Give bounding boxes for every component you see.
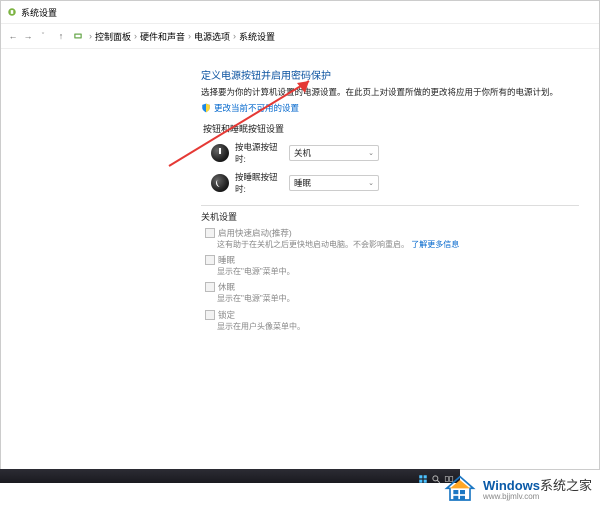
setting-label: 锁定 [218,309,235,321]
sleep-button-label: 按睡眠按钮时: [235,171,283,195]
breadcrumb-item[interactable]: 硬件和声音 [140,30,185,43]
back-button[interactable]: ← [7,30,19,42]
power-button-label: 按电源按钮时: [235,141,283,165]
battery-icon [7,7,17,17]
divider [201,205,579,206]
window-title: 系统设置 [21,6,57,19]
section-buttons-title: 按钮和睡眠按钮设置 [201,122,579,135]
button-settings: 按电源按钮时: 关机 ⌄ 按睡眠按钮时: 睡眠 ⌄ [211,141,579,195]
search-icon[interactable] [431,471,441,481]
watermark: Windows系统之家 www.bjjmlv.com [443,475,592,505]
sleep-button-value: 睡眠 [294,177,311,189]
setting-hibernate: 休眠 显示在"电源"菜单中。 [205,281,579,304]
chevron-right-icon: › [188,31,191,41]
page-subtext: 选择要为你的计算机设置的电源设置。在此页上对设置所做的更改将应用于你所有的电源计… [201,86,579,98]
change-unavailable-row[interactable]: 更改当前不可用的设置 [201,102,579,114]
chevron-right-icon: › [233,31,236,41]
setting-fast-startup: 启用快速启动(推荐) 这有助于在关机之后更快地启动电脑。不会影响重启。 了解更多… [205,227,579,250]
window: 系统设置 ← → ˇ ↑ › 控制面板 › 硬件和声音 › 电源选项 › 系统设… [0,0,600,470]
setting-desc: 显示在"电源"菜单中。 [217,293,579,304]
taskbar [0,469,460,483]
checkbox[interactable] [205,228,215,238]
setting-label: 睡眠 [218,254,235,266]
recent-dropdown-icon[interactable]: ˇ [37,30,49,42]
checkbox[interactable] [205,282,215,292]
watermark-url: www.bjjmlv.com [483,493,592,501]
chevron-down-icon: ⌄ [368,149,374,157]
power-button-dropdown[interactable]: 关机 ⌄ [289,145,379,161]
sleep-button-dropdown[interactable]: 睡眠 ⌄ [289,175,379,191]
change-unavailable-link[interactable]: 更改当前不可用的设置 [214,102,299,114]
page-heading: 定义电源按钮并启用密码保护 [201,67,579,82]
watermark-brand: Windows系统之家 [483,479,592,492]
setting-sleep: 睡眠 显示在"电源"菜单中。 [205,254,579,277]
sleep-button-row: 按睡眠按钮时: 睡眠 ⌄ [211,171,579,195]
house-icon [443,475,477,505]
titlebar: 系统设置 [1,1,599,23]
breadcrumb-item[interactable]: 系统设置 [239,30,275,43]
chevron-right-icon: › [134,31,137,41]
setting-desc: 这有助于在关机之后更快地启动电脑。不会影响重启。 了解更多信息 [217,239,579,250]
power-icon [211,144,229,162]
setting-desc: 显示在"电源"菜单中。 [217,266,579,277]
checkbox[interactable] [205,310,215,320]
content-area: 定义电源按钮并启用密码保护 选择要为你的计算机设置的电源设置。在此页上对设置所做… [1,49,599,332]
setting-label: 休眠 [218,281,235,293]
chevron-right-icon: › [89,31,92,41]
breadcrumb-item[interactable]: 控制面板 [95,30,131,43]
setting-desc: 显示在用户头像菜单中。 [217,321,579,332]
power-button-row: 按电源按钮时: 关机 ⌄ [211,141,579,165]
start-icon[interactable] [418,471,428,481]
checkbox[interactable] [205,255,215,265]
chevron-down-icon: ⌄ [368,179,374,187]
setting-lock: 锁定 显示在用户头像菜单中。 [205,309,579,332]
control-panel-icon [73,31,83,41]
learn-more-link[interactable]: 了解更多信息 [411,240,459,249]
shutdown-settings-title: 关机设置 [201,210,579,223]
address-bar: ← → ˇ ↑ › 控制面板 › 硬件和声音 › 电源选项 › 系统设置 [1,23,599,49]
setting-label: 启用快速启动(推荐) [218,227,292,239]
breadcrumb-item[interactable]: 电源选项 [194,30,230,43]
shield-icon [201,103,211,113]
forward-button[interactable]: → [22,30,34,42]
power-button-value: 关机 [294,147,311,159]
up-button[interactable]: ↑ [55,30,67,42]
sleep-icon [211,174,229,192]
